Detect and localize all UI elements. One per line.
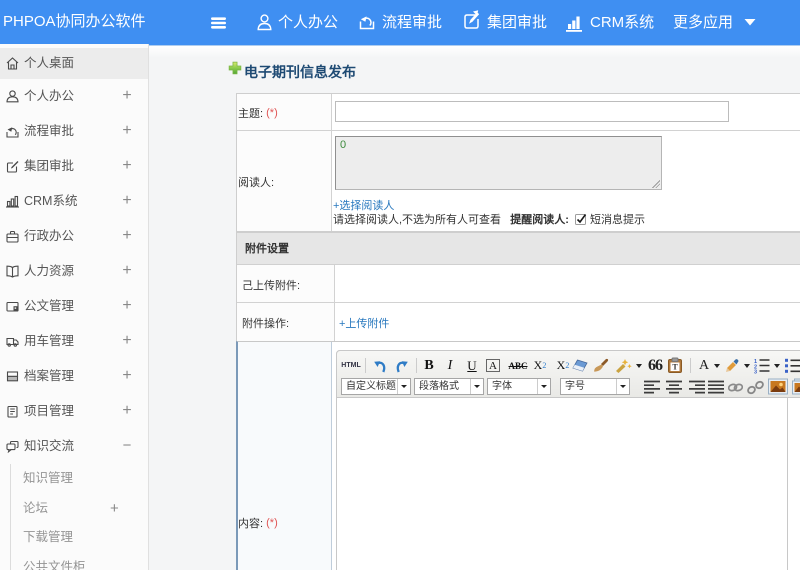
svg-text:T: T [672,363,678,372]
